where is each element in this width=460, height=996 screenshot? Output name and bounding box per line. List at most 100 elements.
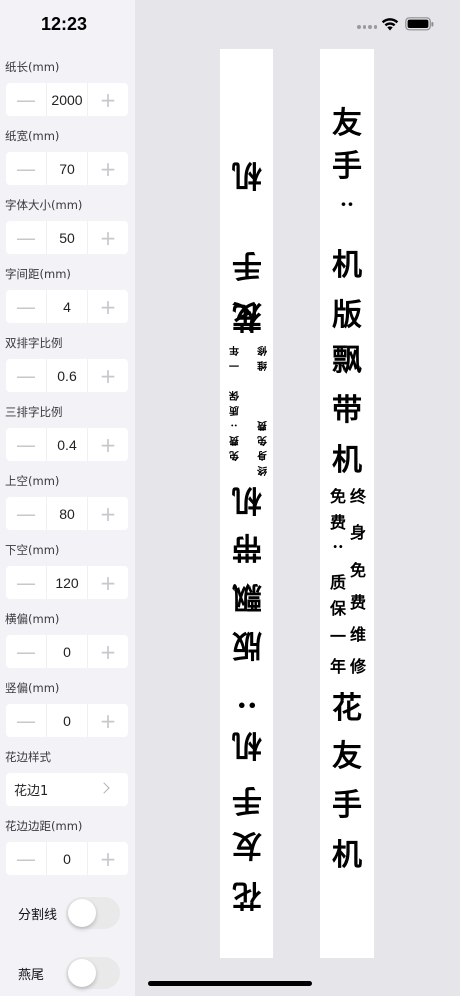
paper-length-value[interactable]: 2000: [46, 83, 88, 116]
paper-width-value[interactable]: 70: [46, 152, 88, 185]
scroll-char: 飘: [232, 579, 262, 614]
toggle-knob: [68, 899, 96, 927]
font-size-value[interactable]: 50: [46, 221, 88, 254]
scroll-char: 友: [332, 106, 362, 141]
scroll-small-char: 终: [349, 487, 366, 506]
minus-icon: —: [16, 501, 36, 526]
char-spacing-stepper: — 4 +: [6, 290, 128, 323]
minus-icon: —: [16, 570, 36, 595]
scroll-small-char: 年: [329, 657, 346, 676]
border-style-label: 花边样式: [5, 750, 51, 764]
double-row-ratio-plus-button[interactable]: +: [88, 359, 128, 392]
triple-row-ratio-value[interactable]: 0.4: [46, 428, 88, 461]
scroll-char: 带: [332, 393, 362, 428]
cellular-dots-icon: [357, 25, 377, 29]
plus-icon: +: [99, 87, 117, 112]
scroll-char: 花: [232, 877, 262, 912]
triple-row-ratio-minus-button[interactable]: —: [6, 428, 46, 461]
scroll-char: 手: [332, 149, 362, 184]
scroll-char: 友: [232, 827, 262, 862]
bottom-margin-value[interactable]: 120: [46, 566, 88, 599]
scroll-small-char: 质: [229, 404, 239, 415]
paper-length-stepper: — 2000 +: [6, 83, 128, 116]
minus-icon: —: [16, 639, 36, 664]
char-spacing-value[interactable]: 4: [46, 290, 88, 323]
swallowtail-toggle-label: 燕尾: [18, 968, 45, 983]
scroll-small-char: 费: [257, 419, 267, 430]
plus-icon: +: [99, 708, 117, 733]
vertical-offset-label: 竖偏(mm): [5, 681, 60, 695]
horizontal-offset-plus-button[interactable]: +: [88, 635, 128, 668]
border-margin-minus-button[interactable]: —: [6, 842, 46, 875]
paper-length-plus-button[interactable]: +: [88, 83, 128, 116]
status-time: 12:23: [40, 14, 88, 34]
font-size-plus-button[interactable]: +: [88, 221, 128, 254]
horizontal-offset-label: 横偏(mm): [5, 612, 60, 626]
scroll-small-char: 身: [349, 523, 366, 542]
paper-width-plus-button[interactable]: +: [88, 152, 128, 185]
scroll-small-char: 费: [329, 513, 346, 532]
divider-toggle-label: 分割线: [18, 908, 58, 923]
triple-row-ratio-stepper: — 0.4 +: [6, 428, 128, 461]
scroll-char: 手: [332, 788, 362, 823]
scroll-small-char: 免: [257, 434, 267, 445]
minus-icon: —: [16, 156, 36, 181]
minus-icon: —: [16, 363, 36, 388]
top-margin-plus-button[interactable]: +: [88, 497, 128, 530]
double-row-ratio-value[interactable]: 0.6: [46, 359, 88, 392]
horizontal-offset-value[interactable]: 0: [46, 635, 88, 668]
plus-icon: +: [99, 225, 117, 250]
scroll-char: 手: [232, 247, 262, 282]
vertical-offset-plus-button[interactable]: +: [88, 704, 128, 737]
top-margin-stepper: — 80 +: [6, 497, 128, 530]
vertical-offset-stepper: — 0 +: [6, 704, 128, 737]
scroll-small-char: 费: [229, 434, 239, 445]
plus-icon: +: [99, 156, 117, 181]
scroll-char: 版: [232, 627, 262, 662]
bottom-margin-plus-button[interactable]: +: [88, 566, 128, 599]
scroll-char: 机: [332, 443, 362, 478]
horizontal-offset-stepper: — 0 +: [6, 635, 128, 668]
plus-icon: +: [99, 846, 117, 871]
horizontal-offset-minus-button[interactable]: —: [6, 635, 46, 668]
preview-scroll-right: 友 手 ·· 机 版 飘 带 机 免 费 ·· 质 保 一 年 终 身 免 费 …: [320, 49, 374, 958]
bottom-margin-label: 下空(mm): [5, 543, 60, 557]
vertical-offset-value[interactable]: 0: [46, 704, 88, 737]
top-margin-minus-button[interactable]: —: [6, 497, 46, 530]
border-margin-label: 花边边距(mm): [5, 819, 83, 833]
scroll-char: 版: [332, 298, 362, 333]
swallowtail-toggle[interactable]: [66, 957, 120, 989]
paper-length-minus-button[interactable]: —: [6, 83, 46, 116]
top-margin-label: 上空(mm): [5, 474, 60, 488]
scroll-small-char: 保: [329, 599, 346, 618]
border-margin-value[interactable]: 0: [46, 842, 88, 875]
scroll-char: 机: [232, 482, 262, 517]
scroll-small-char: 一: [329, 627, 346, 646]
minus-icon: —: [16, 432, 36, 457]
scroll-small-char: 维: [257, 359, 267, 370]
divider-toggle[interactable]: [66, 897, 120, 929]
plus-icon: +: [99, 363, 117, 388]
border-style-select[interactable]: 花边1: [6, 773, 128, 806]
minus-icon: —: [16, 87, 36, 112]
minus-icon: —: [16, 708, 36, 733]
border-margin-plus-button[interactable]: +: [88, 842, 128, 875]
paper-width-stepper: — 70 +: [6, 152, 128, 185]
double-row-ratio-minus-button[interactable]: —: [6, 359, 46, 392]
minus-icon: —: [16, 225, 36, 250]
vertical-offset-minus-button[interactable]: —: [6, 704, 46, 737]
char-spacing-minus-button[interactable]: —: [6, 290, 46, 323]
scroll-char: 机: [232, 157, 262, 192]
scroll-small-char: 费: [349, 593, 366, 612]
bottom-margin-minus-button[interactable]: —: [6, 566, 46, 599]
scroll-small-char: ··: [230, 419, 238, 430]
char-spacing-label: 字间距(mm): [5, 267, 71, 281]
wifi-icon: [381, 18, 399, 31]
char-spacing-plus-button[interactable]: +: [88, 290, 128, 323]
font-size-minus-button[interactable]: —: [6, 221, 46, 254]
top-margin-value[interactable]: 80: [46, 497, 88, 530]
triple-row-ratio-plus-button[interactable]: +: [88, 428, 128, 461]
toggle-knob: [68, 959, 96, 987]
scroll-small-char: 身: [257, 449, 267, 460]
paper-width-minus-button[interactable]: —: [6, 152, 46, 185]
